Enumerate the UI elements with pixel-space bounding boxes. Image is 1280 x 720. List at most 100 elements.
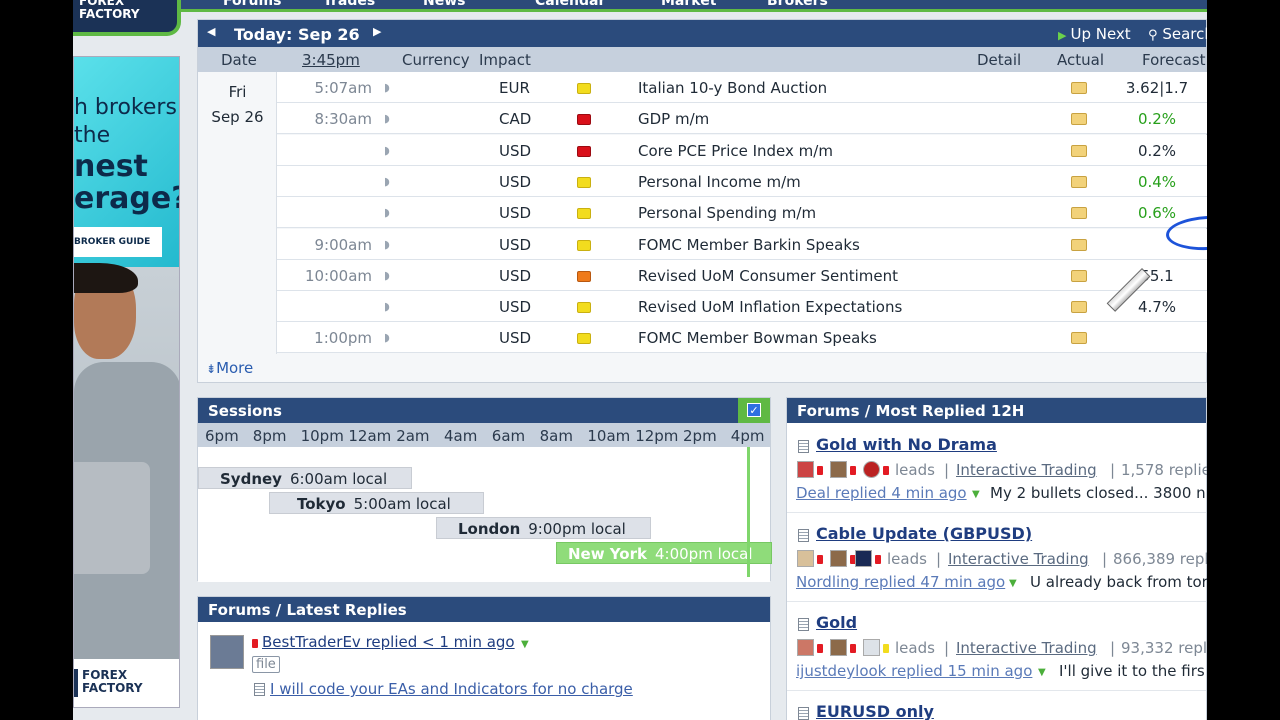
impact-folder-icon[interactable] (577, 333, 591, 345)
next-day-icon[interactable]: ▶ (373, 25, 381, 38)
session-new-york: New York 4:00pm local (556, 542, 772, 564)
avatar[interactable] (797, 550, 814, 567)
calendar-date-label[interactable]: Today: Sep 26 (234, 25, 360, 44)
forex-factory-logo[interactable]: FOREX FACTORY (73, 0, 181, 36)
calendar-row[interactable]: ◗USDCore PCE Price Index m/m0.2%0.2% (277, 134, 1207, 166)
detail-folder-icon[interactable] (1071, 238, 1087, 251)
file-tag[interactable]: file (252, 656, 280, 673)
divider (787, 690, 1206, 691)
impact-folder-icon[interactable] (577, 270, 591, 282)
separator: | (944, 461, 950, 479)
avatar[interactable] (863, 461, 880, 478)
thread-title-2[interactable]: Gold (816, 613, 857, 632)
sound-icon[interactable]: ◗ (384, 331, 390, 344)
forum-link-1[interactable]: Interactive Trading (948, 550, 1089, 568)
event-time: 1:00pm (314, 329, 372, 348)
avatar[interactable] (855, 550, 872, 567)
nav-brokers[interactable]: Brokers (767, 0, 828, 9)
separator: | (1110, 639, 1116, 657)
dropdown-icon[interactable]: ▼ (1009, 578, 1017, 589)
calendar-row[interactable]: 5:07am ◗ EUR Italian 10-y Bond Auction 3.62|… (277, 72, 1207, 103)
calendar-row[interactable]: 9:00am ◗ USD FOMC Member Barkin Speaks (277, 228, 1207, 260)
thread-title-0[interactable]: Gold with No Drama (816, 435, 997, 454)
avatar[interactable] (830, 550, 847, 567)
calendar-row[interactable]: ◗USDPersonal Spending m/m0.6%0.5% (277, 197, 1207, 229)
event-title[interactable]: GDP m/m (638, 110, 709, 128)
col-actual: Actual (1057, 51, 1104, 69)
nav-calendar[interactable]: Calendar (535, 0, 605, 9)
reply-user-link[interactable]: BestTraderEv replied < 1 min ago (262, 633, 515, 651)
impact-folder-icon[interactable] (577, 176, 591, 188)
prev-day-icon[interactable]: ◀ (207, 25, 215, 38)
avatar[interactable] (797, 461, 814, 478)
thread-icon (798, 618, 809, 631)
impact-folder-icon[interactable] (577, 145, 591, 157)
event-title[interactable]: Revised UoM Inflation Expectations (638, 298, 902, 316)
impact-folder-icon[interactable] (577, 302, 591, 314)
detail-folder-icon[interactable] (1071, 332, 1087, 345)
detail-folder-icon[interactable] (1071, 175, 1087, 188)
nav-market[interactable]: Market (661, 0, 716, 9)
thread-title-1[interactable]: Cable Update (GBPUSD) (816, 524, 1032, 543)
sound-icon[interactable]: ◗ (384, 175, 390, 188)
up-next-button[interactable]: ▶ Up Next (1058, 25, 1131, 43)
event-title[interactable]: FOMC Member Bowman Speaks (638, 329, 877, 347)
sound-icon[interactable]: ◗ (384, 238, 390, 251)
event-title[interactable]: Italian 10-y Bond Auction (638, 79, 827, 97)
impact-folder-icon[interactable] (577, 239, 591, 251)
calendar-row[interactable]: ◗USDPersonal Income m/m0.4%0.3% (277, 165, 1207, 197)
event-title[interactable]: Personal Income m/m (638, 173, 801, 191)
detail-folder-icon[interactable] (1071, 113, 1087, 126)
last-reply-link-2[interactable]: ijustdeylook replied 15 min ago (796, 662, 1032, 680)
impact-folder-icon[interactable] (577, 208, 591, 220)
sound-icon[interactable]: ◗ (384, 269, 390, 282)
detail-folder-icon[interactable] (1071, 82, 1087, 94)
dropdown-icon[interactable]: ▼ (972, 489, 980, 500)
nav-news[interactable]: News (423, 0, 465, 9)
avatar[interactable] (830, 461, 847, 478)
detail-folder-icon[interactable] (1071, 207, 1087, 220)
avatar[interactable] (210, 635, 244, 669)
detail-folder-icon[interactable] (1071, 301, 1087, 314)
thread-link[interactable]: I will code your EAs and Indicators for … (270, 680, 633, 698)
sound-icon[interactable]: ◗ (384, 112, 390, 125)
search-button[interactable]: ⚲ Search (1148, 25, 1207, 43)
detail-folder-icon[interactable] (1071, 144, 1087, 157)
last-reply-link-1[interactable]: Nordling replied 47 min ago (796, 573, 1005, 591)
forum-link-0[interactable]: Interactive Trading (956, 461, 1097, 479)
avatar[interactable] (797, 639, 814, 656)
col-current-time[interactable]: 3:45pm (302, 51, 360, 69)
avatar[interactable] (863, 639, 880, 656)
nav-forums[interactable]: Forums (223, 0, 281, 9)
sound-icon[interactable]: ◗ (384, 206, 390, 219)
avatar[interactable] (830, 639, 847, 656)
more-link[interactable]: ⇟More (206, 359, 253, 377)
flag-icon (817, 466, 823, 475)
thread-title-3[interactable]: EURUSD only (816, 702, 934, 720)
ad-broker-guide-button[interactable]: BROKER GUIDE (74, 227, 162, 257)
event-currency: EUR (499, 79, 530, 97)
event-title[interactable]: FOMC Member Barkin Speaks (638, 236, 860, 254)
event-time: 10:00am (304, 266, 372, 285)
nav-trades[interactable]: Trades (323, 0, 375, 9)
calendar-row[interactable]: 8:30am◗CADGDP m/m0.2%0.1% (277, 103, 1207, 135)
event-title[interactable]: Personal Spending m/m (638, 204, 816, 222)
event-title[interactable]: Revised UoM Consumer Sentiment (638, 267, 898, 285)
forum-link-2[interactable]: Interactive Trading (956, 639, 1097, 657)
dropdown-icon[interactable]: ▼ (1038, 667, 1046, 678)
last-reply-link-0[interactable]: Deal replied 4 min ago (796, 484, 967, 502)
sound-icon[interactable]: ◗ (384, 300, 390, 313)
sound-icon[interactable]: ◗ (384, 144, 390, 157)
calendar-row[interactable]: ◗ USD Revised UoM Inflation Expectations 4.… (277, 291, 1207, 323)
event-time: 5:07am (314, 79, 373, 97)
sound-icon[interactable]: ◗ (384, 81, 390, 94)
sessions-toggle[interactable]: ✓ (738, 398, 770, 423)
calendar-row[interactable]: 10:00am ◗ USD Revised UoM Consumer Sentimen… (277, 259, 1207, 291)
event-title[interactable]: Core PCE Price Index m/m (638, 142, 833, 160)
impact-folder-icon[interactable] (577, 114, 591, 126)
dropdown-icon[interactable]: ▼ (521, 639, 529, 650)
broker-advertisement[interactable]: h brokers the nest erage? BROKER GUIDE F… (73, 56, 180, 708)
impact-folder-icon[interactable] (577, 83, 591, 94)
calendar-row[interactable]: 1:00pm ◗ USD FOMC Member Bowman Speaks (277, 322, 1207, 354)
detail-folder-icon[interactable] (1071, 269, 1087, 282)
